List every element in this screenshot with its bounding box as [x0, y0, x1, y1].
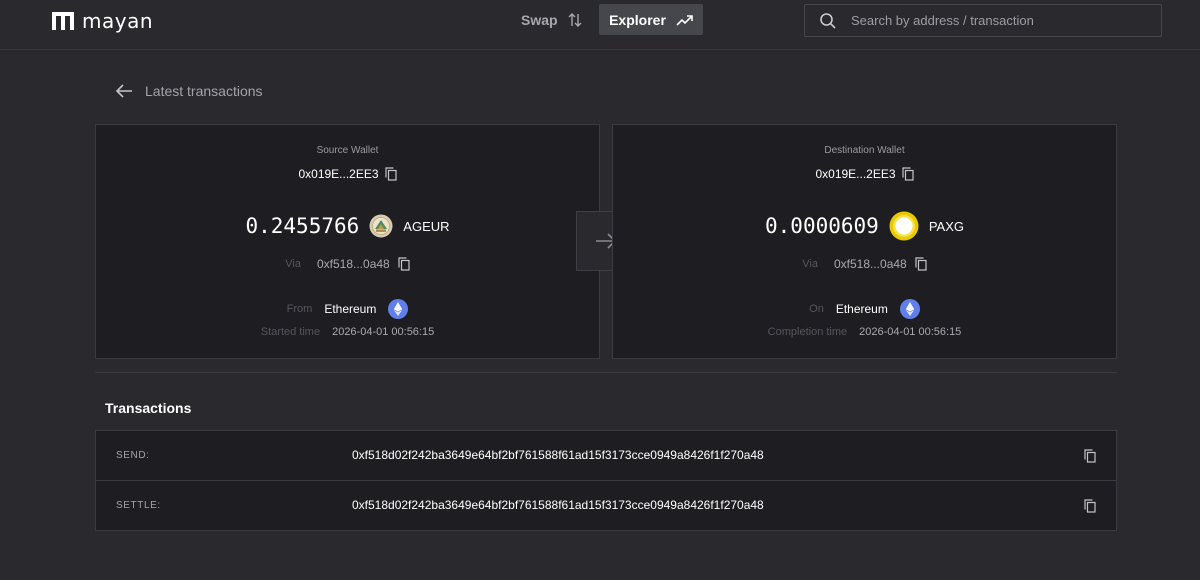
destination-via-label: Via — [802, 258, 818, 270]
nav-swap-label: Swap — [521, 11, 558, 28]
source-time-row: Started time 2026-04-01 00:56:15 — [96, 326, 599, 338]
source-time-value: 2026-04-01 00:56:15 — [332, 326, 435, 338]
table-row: SEND: 0xf518d02f242ba3649e64bf2bf761588f… — [96, 431, 1116, 481]
destination-time-value: 2026-04-01 00:56:15 — [859, 326, 962, 338]
source-wallet-value: 0x019E...2EE3 — [298, 167, 379, 181]
logo[interactable]: mayan — [52, 9, 153, 33]
source-time-label: Started time — [260, 326, 321, 338]
search-input[interactable] — [851, 5, 1151, 36]
copy-icon[interactable] — [384, 167, 397, 181]
source-wallet-card: Source Wallet 0x019E...2EE3 0.2455766 AG… — [95, 124, 600, 359]
destination-chain-row: On Ethereum — [613, 299, 1116, 319]
top-bar: mayan Swap Explorer — [0, 0, 1200, 50]
ethereum-icon — [388, 299, 409, 319]
nav-explorer-label: Explorer — [609, 11, 666, 28]
arrow-left-icon — [115, 84, 132, 98]
destination-wallet-value: 0x019E...2EE3 — [815, 167, 896, 181]
destination-amount-row: 0.0000609 PAXG — [613, 211, 1116, 241]
destination-card-title: Destination Wallet — [824, 145, 905, 156]
logo-text: mayan — [82, 9, 154, 33]
destination-token-symbol: PAXG — [928, 218, 964, 234]
source-amount: 0.2455766 — [245, 214, 360, 238]
paxg-token-icon — [889, 211, 919, 241]
trend-line-icon — [676, 14, 693, 26]
destination-via-value: 0xf518...0a48 — [833, 257, 907, 271]
source-card-title: Source Wallet — [316, 145, 379, 156]
copy-icon[interactable] — [1084, 499, 1096, 513]
source-chain-label: From — [286, 303, 313, 315]
destination-wallet-card: Destination Wallet 0x019E...2EE3 0.00006… — [612, 124, 1117, 359]
tx-hash-settle[interactable]: 0xf518d02f242ba3649e64bf2bf761588f61ad15… — [352, 498, 764, 512]
source-wallet-address: 0x019E...2EE3 — [96, 167, 599, 181]
copy-icon[interactable] — [1084, 449, 1096, 463]
destination-amount: 0.0000609 — [765, 214, 879, 238]
source-amount-row: 0.2455766 AGEUR — [96, 211, 599, 241]
source-token-symbol: AGEUR — [403, 218, 450, 234]
section-divider — [95, 372, 1117, 373]
destination-chain-label: On — [809, 303, 824, 315]
source-chain-name: Ethereum — [324, 302, 377, 316]
ageur-token-icon — [369, 214, 393, 238]
ethereum-icon — [899, 299, 920, 319]
table-row: SETTLE: 0xf518d02f242ba3649e64bf2bf76158… — [96, 481, 1116, 531]
nav-explorer[interactable]: Explorer — [599, 4, 703, 35]
back-link[interactable]: Latest transactions — [115, 80, 263, 102]
back-link-label: Latest transactions — [145, 83, 263, 99]
nav-swap[interactable]: Swap — [513, 4, 590, 35]
transactions-table: SEND: 0xf518d02f242ba3649e64bf2bf761588f… — [95, 430, 1117, 531]
transactions-heading: Transactions — [105, 400, 192, 416]
source-via-label: Via — [285, 258, 301, 270]
source-chain-row: From Ethereum — [96, 299, 599, 319]
copy-icon[interactable] — [901, 167, 914, 181]
search-box — [804, 4, 1162, 37]
destination-time-label: Completion time — [767, 326, 848, 338]
tx-label-send: SEND: — [116, 450, 150, 461]
copy-icon[interactable] — [915, 257, 927, 271]
search-icon[interactable] — [819, 12, 837, 30]
destination-time-row: Completion time 2026-04-01 00:56:15 — [613, 326, 1116, 338]
source-via-row: Via 0xf518...0a48 — [96, 257, 599, 271]
tx-hash-send[interactable]: 0xf518d02f242ba3649e64bf2bf761588f61ad15… — [352, 448, 764, 462]
destination-via-row: Via 0xf518...0a48 — [613, 257, 1116, 271]
destination-wallet-address: 0x019E...2EE3 — [613, 167, 1116, 181]
destination-chain-name: Ethereum — [835, 302, 888, 316]
source-via-value: 0xf518...0a48 — [316, 257, 390, 271]
copy-icon[interactable] — [398, 257, 410, 271]
tx-label-settle: SETTLE: — [116, 500, 161, 511]
swap-arrows-icon — [568, 12, 582, 27]
mayan-logo-icon — [52, 12, 74, 30]
